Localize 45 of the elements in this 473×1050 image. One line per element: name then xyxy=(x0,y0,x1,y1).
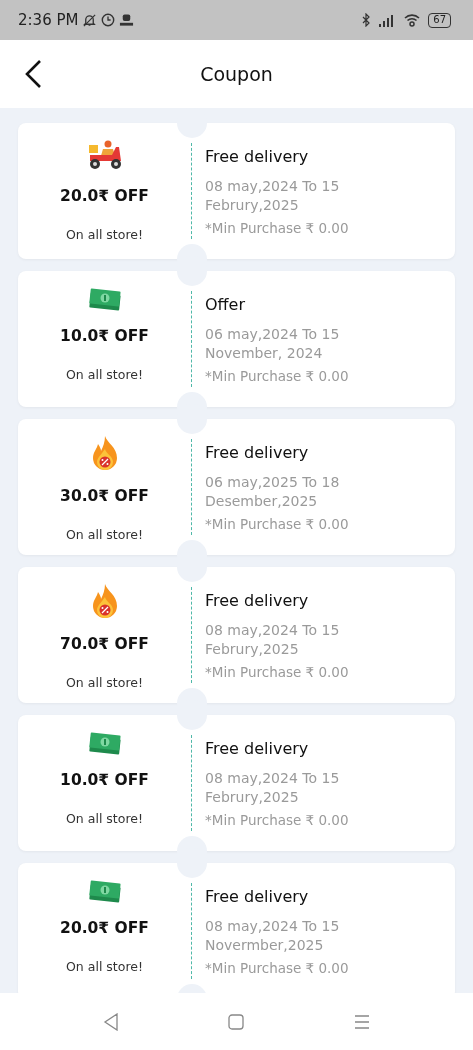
cash-icon xyxy=(88,287,121,311)
muted-bell-icon xyxy=(82,12,98,28)
battery-icon: 67 xyxy=(428,12,451,28)
validity-dates: 06 may,2025 To 18 Desember,2025 xyxy=(205,473,341,511)
coupon-title: Free delivery xyxy=(205,442,310,464)
min-purchase: *Min Purchase ₹ 0.00 xyxy=(205,810,350,830)
coupon-title: Free delivery xyxy=(205,590,310,612)
validity-dates: 08 may,2024 To 15 Februry,2025 xyxy=(205,177,341,215)
coupon-title: Free delivery xyxy=(205,886,310,908)
coupon-scope: On all store! xyxy=(66,526,143,545)
coupon-scope: On all store! xyxy=(66,674,143,693)
coupon-scope: On all store! xyxy=(66,366,143,385)
discount-amount: 10.0₹ OFF xyxy=(60,326,149,347)
bluetooth-icon xyxy=(362,13,372,27)
min-purchase: *Min Purchase ₹ 0.00 xyxy=(205,958,350,978)
discount-amount: 20.0₹ OFF xyxy=(60,918,149,939)
coupon-title: Free delivery xyxy=(205,146,310,168)
validity-dates: 08 may,2024 To 15 Februry,2025 xyxy=(205,769,341,807)
coupon-scope: On all store! xyxy=(66,226,143,245)
discount-amount: 20.0₹ OFF xyxy=(60,186,149,207)
discount-amount: 10.0₹ OFF xyxy=(60,770,149,791)
notification-icon xyxy=(119,13,135,27)
alarm-clock-icon xyxy=(101,13,116,27)
coupon-title: Offer xyxy=(205,294,247,316)
validity-dates: 06 may,2024 To 15 November, 2024 xyxy=(205,325,341,363)
discount-amount: 30.0₹ OFF xyxy=(60,486,149,507)
cash-icon xyxy=(88,879,121,903)
clock-time: 2:36 PM xyxy=(18,9,79,31)
coupon-scope: On all store! xyxy=(66,958,143,977)
min-purchase: *Min Purchase ₹ 0.00 xyxy=(205,514,350,534)
back-nav-icon[interactable] xyxy=(102,1012,119,1031)
discount-amount: 70.0₹ OFF xyxy=(60,634,149,655)
coupon-scope: On all store! xyxy=(66,810,143,829)
menu-nav-icon[interactable] xyxy=(354,1014,371,1029)
validity-dates: 08 may,2024 To 15 Februry,2025 xyxy=(205,621,341,659)
back-icon[interactable] xyxy=(24,59,42,89)
home-nav-icon[interactable] xyxy=(228,1013,245,1030)
min-purchase: *Min Purchase ₹ 0.00 xyxy=(205,662,350,682)
wifi-icon xyxy=(404,13,421,27)
validity-dates: 08 may,2024 To 15 Novermber,2025 xyxy=(205,917,341,955)
coupon-title: Free delivery xyxy=(205,738,310,760)
min-purchase: *Min Purchase ₹ 0.00 xyxy=(205,366,350,386)
page-title: Coupon xyxy=(200,61,273,87)
cash-icon xyxy=(88,731,121,755)
min-purchase: *Min Purchase ₹ 0.00 xyxy=(205,218,350,238)
